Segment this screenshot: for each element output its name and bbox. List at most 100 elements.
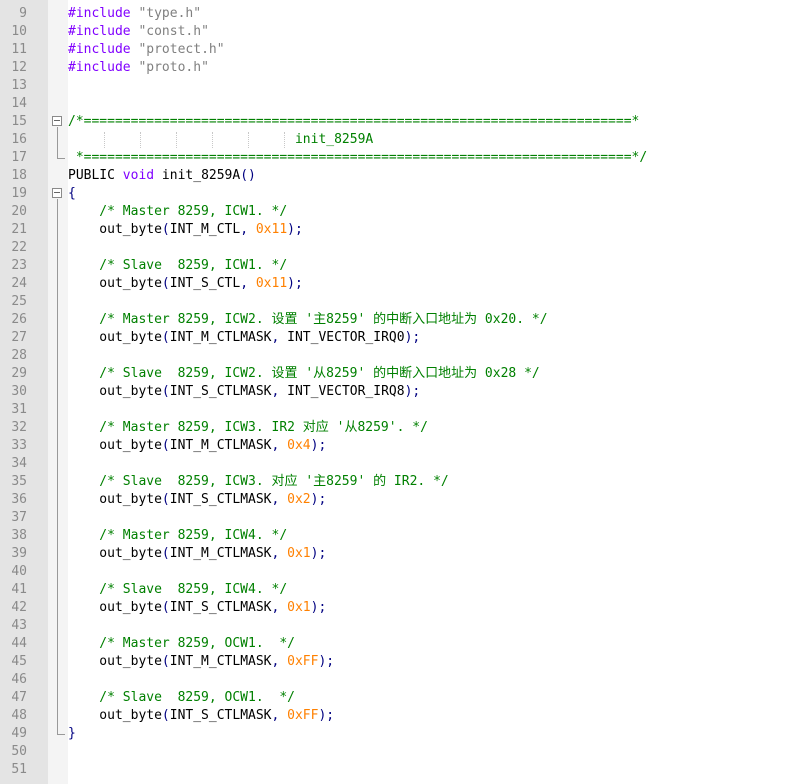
code-line[interactable]: 51 <box>0 761 811 779</box>
line-number: 33 <box>11 438 27 453</box>
code-token: ); <box>310 546 327 561</box>
code-token: INT_M_CTLMASK <box>169 654 272 669</box>
code-token: /* Master 8259, OCW1. */ <box>68 636 295 651</box>
code-line[interactable]: 46 <box>0 671 811 689</box>
code-text: /* Slave 8259, ICW3. 对应 '主8259' 的 IR2. *… <box>68 473 449 491</box>
code-line[interactable]: 31 <box>0 401 811 419</box>
code-text: #include "const.h" <box>68 23 209 41</box>
code-token: 0x1 <box>287 600 311 615</box>
line-number: 19 <box>11 186 27 201</box>
code-line[interactable]: 9 #include "type.h" <box>0 5 811 23</box>
fold-toggle-icon[interactable] <box>52 116 62 126</box>
code-token: ( <box>161 600 170 615</box>
code-editor[interactable]: 9 #include "type.h" 10 #include "const.h" 11… <box>0 0 811 784</box>
code-line[interactable]: 24 out_byte(INT_S_CTL, 0x11); <box>0 275 811 293</box>
line-number: 40 <box>11 564 27 579</box>
code-token: out_byte <box>68 330 162 345</box>
code-line[interactable]: 17 *====================================… <box>0 149 811 167</box>
code-text: #include "proto.h" <box>68 59 209 77</box>
code-line[interactable]: 25 <box>0 293 811 311</box>
code-token: "proto.h" <box>138 60 209 75</box>
code-line[interactable]: 26 /* Master 8259, ICW2. 设置 '主8259' 的中断入… <box>0 311 811 329</box>
code-line[interactable]: 27 out_byte(INT_M_CTLMASK, INT_VECTOR_IR… <box>0 329 811 347</box>
code-text: out_byte(INT_M_CTLMASK, 0xFF); <box>68 653 334 671</box>
code-token: } <box>68 726 76 741</box>
code-line[interactable]: 11 #include "protect.h" <box>0 41 811 59</box>
code-text: out_byte(INT_M_CTLMASK, INT_VECTOR_IRQ0)… <box>68 329 420 347</box>
code-line[interactable]: 19 { <box>0 185 811 203</box>
code-line[interactable]: 18 PUBLIC void init_8259A() <box>0 167 811 185</box>
code-line[interactable]: 22 <box>0 239 811 257</box>
code-token: out_byte <box>68 384 162 399</box>
fold-guide-line <box>57 199 58 734</box>
code-token: ( <box>161 330 170 345</box>
code-line[interactable]: 28 <box>0 347 811 365</box>
code-token: ); <box>318 654 335 669</box>
indent-guide <box>140 132 141 148</box>
code-line[interactable]: 15 /*====================================… <box>0 113 811 131</box>
code-line[interactable]: 20 /* Master 8259, ICW1. */ <box>0 203 811 221</box>
line-number: 32 <box>11 420 27 435</box>
code-text: /* Master 8259, ICW2. 设置 '主8259' 的中断入口地址… <box>68 311 547 329</box>
code-line[interactable]: 21 out_byte(INT_M_CTL, 0x11); <box>0 221 811 239</box>
code-token: , <box>271 492 288 507</box>
code-line[interactable]: 30 out_byte(INT_S_CTLMASK, INT_VECTOR_IR… <box>0 383 811 401</box>
code-line[interactable]: 34 <box>0 455 811 473</box>
code-line[interactable]: 37 <box>0 509 811 527</box>
line-number: 17 <box>11 150 27 165</box>
code-token: ( <box>161 708 170 723</box>
code-text: #include "type.h" <box>68 5 201 23</box>
code-token: INT_S_CTLMASK <box>169 600 272 615</box>
code-text: out_byte(INT_S_CTLMASK, INT_VECTOR_IRQ8)… <box>68 383 420 401</box>
code-token: 0xFF <box>287 654 319 669</box>
code-line[interactable]: 39 out_byte(INT_M_CTLMASK, 0x1); <box>0 545 811 563</box>
line-number: 37 <box>11 510 27 525</box>
line-number: 42 <box>11 600 27 615</box>
code-line[interactable]: 44 /* Master 8259, OCW1. */ <box>0 635 811 653</box>
code-line[interactable]: 41 /* Slave 8259, ICW4. */ <box>0 581 811 599</box>
code-line[interactable]: 23 /* Slave 8259, ICW1. */ <box>0 257 811 275</box>
code-line[interactable]: 35 /* Slave 8259, ICW3. 对应 '主8259' 的 IR2… <box>0 473 811 491</box>
code-line[interactable]: 45 out_byte(INT_M_CTLMASK, 0xFF); <box>0 653 811 671</box>
code-line[interactable]: 40 <box>0 563 811 581</box>
code-token: ); <box>310 600 327 615</box>
code-line[interactable]: 32 /* Master 8259, ICW3. IR2 对应 '从8259'.… <box>0 419 811 437</box>
code-token: , <box>240 222 256 237</box>
fold-toggle-icon[interactable] <box>52 188 62 198</box>
code-line[interactable]: 12 #include "proto.h" <box>0 59 811 77</box>
code-token: /* Slave 8259, ICW1. */ <box>68 258 288 273</box>
code-token: #include <box>68 6 139 21</box>
code-line[interactable]: 43 <box>0 617 811 635</box>
code-line[interactable]: 10 #include "const.h" <box>0 23 811 41</box>
code-line[interactable]: 50 <box>0 743 811 761</box>
code-token: /* Slave 8259, ICW3. 对应 '主8259' 的 IR2. *… <box>68 474 449 489</box>
code-token: PUBLIC <box>68 168 123 183</box>
line-number: 35 <box>11 474 27 489</box>
code-token: ( <box>161 276 170 291</box>
code-line[interactable]: 36 out_byte(INT_S_CTLMASK, 0x2); <box>0 491 811 509</box>
code-text: init_8259A <box>68 131 373 149</box>
code-line[interactable]: 14 <box>0 95 811 113</box>
code-line[interactable]: 48 out_byte(INT_S_CTLMASK, 0xFF); <box>0 707 811 725</box>
code-line[interactable]: 47 /* Slave 8259, OCW1. */ <box>0 689 811 707</box>
line-number: 26 <box>11 312 27 327</box>
code-token: INT_M_CTLMASK <box>169 330 272 345</box>
code-line[interactable]: 49} <box>0 725 811 743</box>
line-number: 36 <box>11 492 27 507</box>
line-number: 30 <box>11 384 27 399</box>
code-line[interactable]: 42 out_byte(INT_S_CTLMASK, 0x1); <box>0 599 811 617</box>
code-token: out_byte <box>68 222 162 237</box>
code-text: PUBLIC void init_8259A() <box>68 167 256 185</box>
code-line[interactable]: 16 init_8259A <box>0 131 811 149</box>
line-number: 46 <box>11 672 27 687</box>
code-token: ( <box>161 546 170 561</box>
code-token: init_8259A <box>68 132 374 147</box>
code-line[interactable]: 38 /* Master 8259, ICW4. */ <box>0 527 811 545</box>
code-line[interactable]: 29 /* Slave 8259, ICW2. 设置 '从8259' 的中断入口… <box>0 365 811 383</box>
code-line[interactable]: 13 <box>0 77 811 95</box>
code-line[interactable]: 33 out_byte(INT_M_CTLMASK, 0x4); <box>0 437 811 455</box>
line-number: 16 <box>11 132 27 147</box>
code-text: { <box>68 185 76 203</box>
code-token: #include <box>68 42 139 57</box>
code-token: "const.h" <box>138 24 209 39</box>
